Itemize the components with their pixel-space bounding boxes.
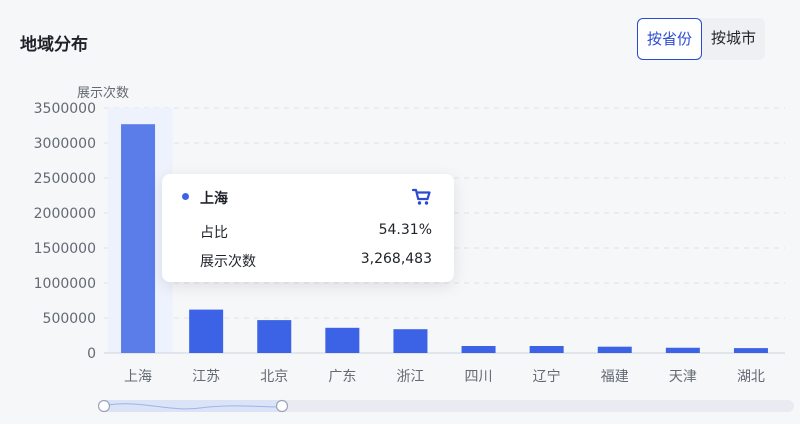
bar-5[interactable] [393,329,428,353]
x-tick-label: 福建 [601,369,629,385]
bar-2[interactable] [189,309,224,353]
y-tick-label: 0 [87,346,96,362]
bar-9[interactable] [665,347,700,353]
x-tick-label: 湖北 [737,369,765,385]
zoom-handle-end[interactable] [275,399,289,413]
tooltip-row-impressions: 展示次数 3,268,483 [200,251,432,271]
zoom-handle-start[interactable] [97,399,111,413]
x-tick-label: 广东 [328,369,356,385]
tooltip-category: 上海 [200,191,228,207]
tooltip-share-value: 54.31% [378,222,432,238]
bar-6[interactable] [461,346,496,353]
x-tick-label: 天津 [669,369,697,385]
y-tick-label: 2000000 [34,206,96,222]
bar-1[interactable] [121,124,156,353]
x-tick-label: 四川 [465,369,493,385]
y-tick-label: 1000000 [34,276,96,292]
bar-8[interactable] [597,346,632,353]
tooltip-row-share: 占比 54.31% [200,222,432,242]
x-tick-label: 江苏 [192,369,220,385]
x-tick-label: 上海 [124,369,152,385]
x-tick-label: 北京 [260,369,288,385]
y-tick-label: 1500000 [34,241,96,257]
y-tick-label: 3500000 [34,101,96,117]
region-distribution-panel: 地域分布 按省份 按城市 展示次数 0 500000 1000000 1500000 20… [0,0,800,424]
x-tick-label: 辽宁 [533,368,561,385]
tooltip-impressions-label: 展示次数 [200,254,256,270]
bar-10[interactable] [733,348,768,353]
series-dot [182,193,189,200]
bar-4[interactable] [325,327,360,353]
tooltip-share-label: 占比 [200,225,228,241]
shopping-cart-icon[interactable] [412,188,432,206]
bar-7[interactable] [529,346,564,353]
y-axis-label: 展示次数 [77,85,129,101]
y-tick-label: 2500000 [34,171,96,187]
bar-3[interactable] [257,320,292,353]
y-tick-label: 500000 [43,311,96,327]
tooltip-impressions-value: 3,268,483 [360,251,432,267]
chart-tooltip: 上海 占比 54.31% 展示次数 3,268,483 [162,174,454,282]
x-tick-label: 浙江 [396,369,424,385]
y-tick-label: 3000000 [34,136,96,152]
